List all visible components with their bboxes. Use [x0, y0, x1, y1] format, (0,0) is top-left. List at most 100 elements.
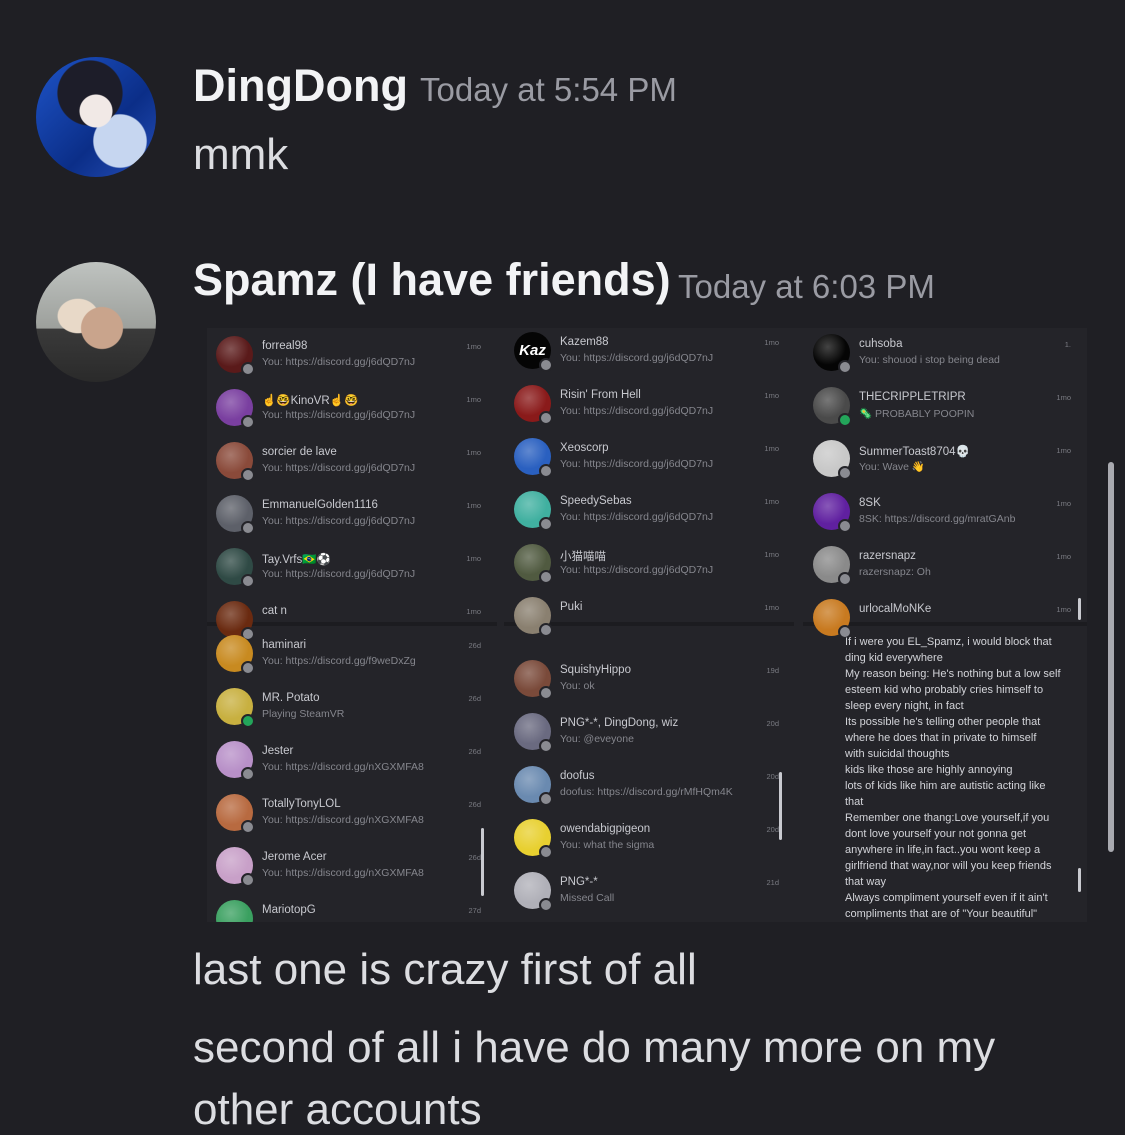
dm-time: 1mo [466, 607, 481, 616]
dm-list-column-1-top: forreal98 You: https://discord.gg/j6dQD7n… [207, 332, 497, 641]
dm-time: 20d [766, 825, 779, 834]
dm-preview: You: shouod i stop being dead [859, 354, 1000, 366]
dm-preview: You: @eveyone [560, 733, 634, 745]
quote-line: that [845, 796, 864, 808]
quote-line: that way [845, 876, 886, 888]
quote-line: ding kid everywhere [845, 652, 943, 664]
dm-time: 1mo [764, 550, 779, 559]
status-indicator [539, 898, 553, 912]
dm-name: SquishyHippo [560, 664, 631, 676]
scrollbar[interactable] [1078, 868, 1081, 892]
dm-preview: Missed Call [560, 892, 615, 904]
status-indicator [539, 517, 553, 531]
status-indicator [539, 464, 553, 478]
dm-name: EmmanuelGolden1116 [262, 499, 378, 511]
username[interactable]: DingDong [193, 60, 408, 112]
dm-row[interactable]: THECRIPPLETRIPR 🦠 PROBABLY POOPIN 1mo [804, 383, 1087, 436]
dm-time: 20d [766, 719, 779, 728]
dm-time: 26d [468, 694, 481, 703]
dm-preview: You: https://discord.gg/j6dQD7nJ [560, 564, 714, 576]
dm-name: SummerToast8704💀 [859, 446, 970, 458]
dm-row[interactable]: SquishyHippo You: ok 19d [505, 656, 795, 709]
dm-row[interactable]: Risin' From Hell You: https://discord.gg/… [505, 381, 795, 434]
image-attachment[interactable]: forreal98 You: https://discord.gg/j6dQD7n… [207, 328, 1087, 922]
avatar[interactable] [36, 262, 156, 382]
status-indicator [539, 358, 553, 372]
dm-name: Jester [262, 745, 294, 757]
dm-row[interactable]: sorcier de lave You: https://discord.gg/j… [207, 438, 497, 491]
quoted-message: If i were you EL_Spamz, i would block th… [845, 634, 1075, 922]
dm-time: 26d [468, 800, 481, 809]
dm-name: THECRIPPLETRIPR [859, 391, 966, 403]
dm-time: 26d [468, 641, 481, 650]
dm-time: 1mo [466, 342, 481, 351]
scrollbar[interactable] [779, 772, 782, 840]
dm-name: sorcier de lave [262, 446, 337, 458]
status-indicator [838, 466, 852, 480]
dm-name: SpeedySebas [560, 495, 632, 507]
dm-row[interactable]: TotallyTonyLOL You: https://discord.gg/nX… [207, 790, 497, 843]
status-indicator [539, 623, 553, 637]
dm-name: Puki [560, 601, 583, 613]
status-indicator [539, 411, 553, 425]
dm-name: 8SK [859, 497, 881, 509]
status-indicator [838, 519, 852, 533]
dm-time: 26d [468, 853, 481, 862]
avatar[interactable] [36, 57, 156, 177]
dm-preview: doofus: https://discord.gg/rMfHQm4K [560, 786, 733, 798]
dm-preview: You: https://discord.gg/nXGXMFA8 [262, 867, 424, 879]
dm-time: 1mo [764, 391, 779, 400]
username[interactable]: Spamz (I have friends) [193, 254, 671, 306]
status-indicator [241, 820, 255, 834]
dm-name: TotallyTonyLOL [262, 798, 341, 810]
dm-row[interactable]: owendabigpigeon You: what the sigma 20d [505, 815, 795, 868]
dm-time: 1mo [1056, 446, 1071, 455]
dm-row[interactable]: 8SK 8SK: https://discord.gg/mratGAnb 1mo [804, 489, 1087, 542]
quote-line: anywhere in life,in fact..you wont keep … [845, 844, 1041, 856]
scrollbar[interactable] [1078, 598, 1081, 620]
dm-preview: You: https://discord.gg/j6dQD7nJ [560, 405, 714, 417]
dm-time: 1mo [466, 501, 481, 510]
dm-row[interactable]: doofus doofus: https://discord.gg/rMfHQm4… [505, 762, 795, 815]
dm-name: forreal98 [262, 340, 308, 352]
status-indicator [539, 686, 553, 700]
dm-row[interactable]: MR. Potato Playing SteamVR 26d [207, 684, 497, 737]
quote-line: Its possible he's telling other people t… [845, 716, 1041, 728]
dm-row[interactable]: Puki 1mo [505, 593, 795, 646]
scrollbar[interactable] [481, 828, 484, 896]
dm-preview: You: what the sigma [560, 839, 655, 851]
dm-row[interactable]: SummerToast8704💀 You: Wave 👋 1mo [804, 436, 1087, 489]
dm-preview: You: https://discord.gg/j6dQD7nJ [262, 462, 416, 474]
dm-row[interactable]: EmmanuelGolden1116 You: https://discord.g… [207, 491, 497, 544]
dm-row[interactable]: Kaz Kazem88 You: https://discord.gg/j6dQD7… [505, 328, 795, 381]
dm-row[interactable]: ☝️🤓KinoVR☝️🤓 You: https://discord.gg/j6dQ… [207, 385, 497, 438]
dm-row[interactable]: Jerome Acer You: https://discord.gg/nXGXM… [207, 843, 497, 896]
dm-row[interactable]: forreal98 You: https://discord.gg/j6dQD7n… [207, 332, 497, 385]
scrollbar[interactable] [1108, 462, 1114, 852]
dm-row[interactable]: haminari You: https://discord.gg/f9weDxZg… [207, 631, 497, 684]
dm-name: cat n [262, 605, 287, 617]
dm-row[interactable]: Xeoscorp You: https://discord.gg/j6dQD7nJ… [505, 434, 795, 487]
status-indicator [241, 415, 255, 429]
dm-row[interactable]: PNG*-* Missed Call 21d [505, 868, 795, 921]
dm-name: Kazem88 [560, 336, 609, 348]
dm-time: 1. [1064, 340, 1071, 349]
dm-time: 26d [468, 747, 481, 756]
dm-row[interactable]: razersnapz razersnapz: Oh 1mo [804, 542, 1087, 595]
dm-time: 21d [766, 878, 779, 887]
dm-row[interactable]: 小猫喵喵 You: https://discord.gg/j6dQD7nJ 1mo [505, 540, 795, 593]
dm-name: cuhsoba [859, 338, 903, 350]
dm-name: doofus [560, 770, 595, 782]
dm-row[interactable]: PNG*-*, DingDong, wiz You: @eveyone 20d [505, 709, 795, 762]
status-indicator [838, 360, 852, 374]
status-indicator [539, 792, 553, 806]
dm-row[interactable]: MariotopG 27d [207, 896, 497, 922]
quote-line: Remember one thang:Love yourself,if you [845, 812, 1050, 824]
dm-row[interactable]: Jester You: https://discord.gg/nXGXMFA8 26… [207, 737, 497, 790]
status-indicator [838, 572, 852, 586]
dm-row[interactable]: Tay.Vrfs🇧🇷⚽ You: https://discord.gg/j6dQD… [207, 544, 497, 597]
dm-row[interactable]: cuhsoba You: shouod i stop being dead 1. [804, 330, 1087, 383]
dm-row[interactable]: SpeedySebas You: https://discord.gg/j6dQD… [505, 487, 795, 540]
dm-name: urlocalMoNKe [859, 603, 932, 615]
status-indicator [241, 767, 255, 781]
